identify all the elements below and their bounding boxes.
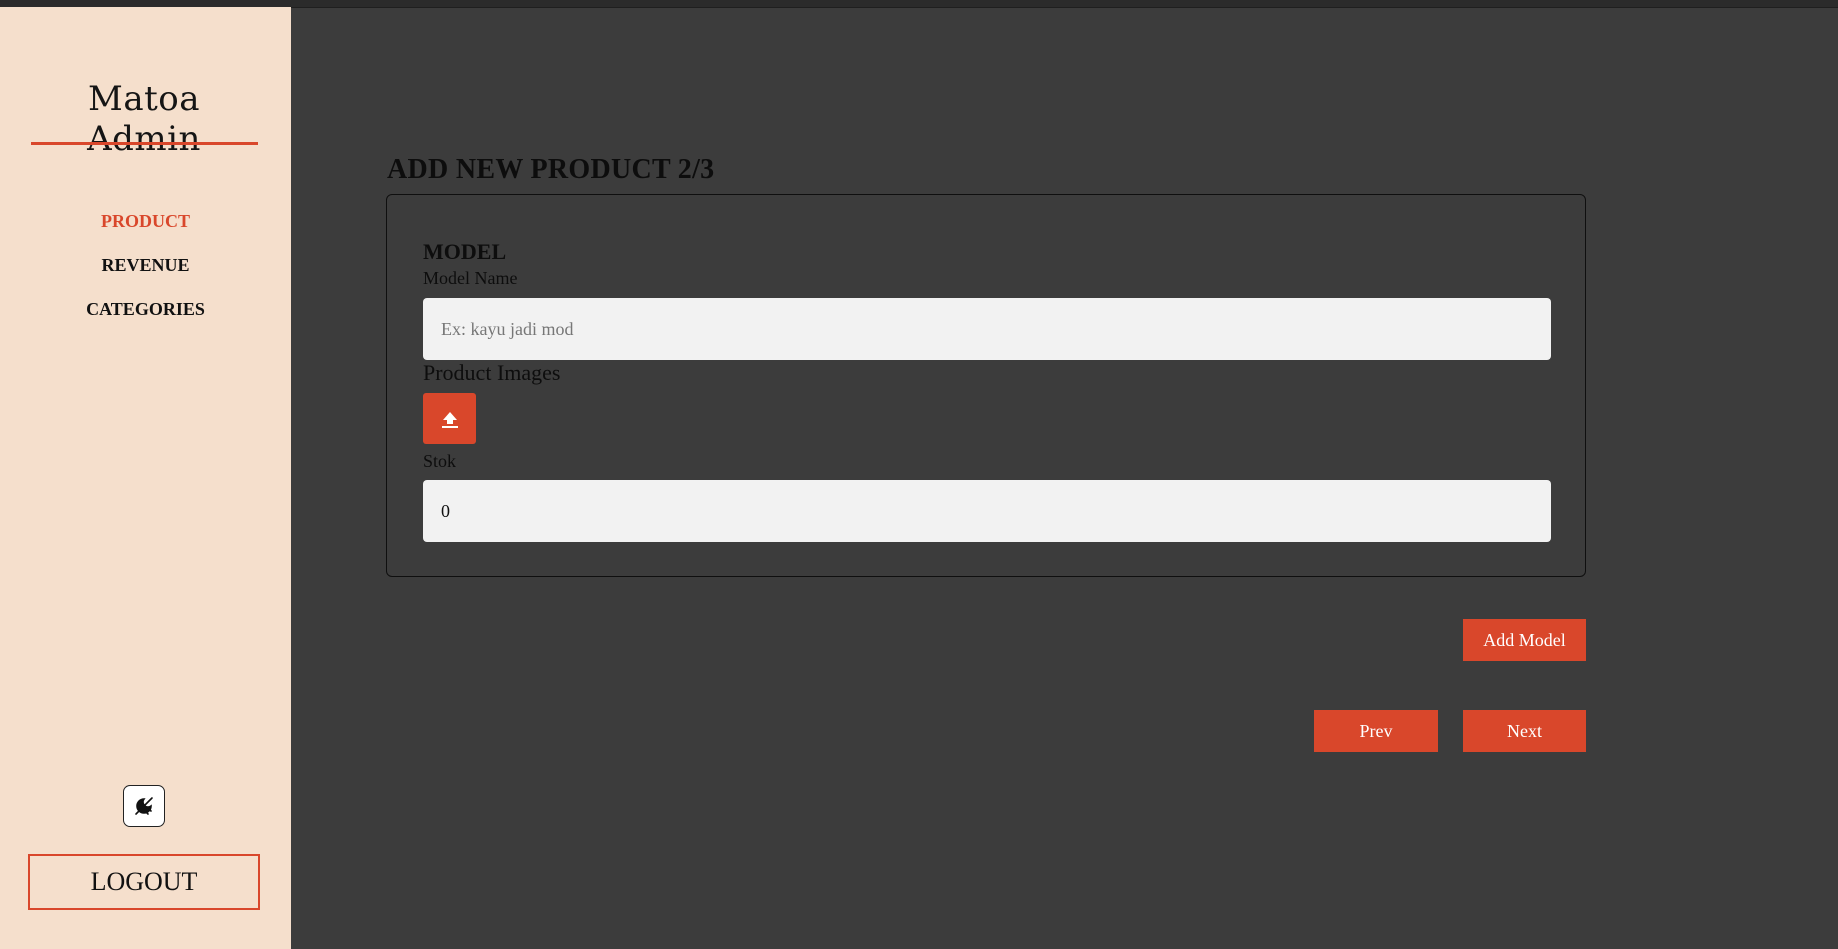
sidebar-item-product[interactable]: PRODUCT (0, 207, 291, 251)
sidebar-nav: PRODUCT REVENUE CATEGORIES (0, 207, 291, 339)
prev-button[interactable]: Prev (1314, 710, 1438, 752)
model-name-label: Model Name (423, 268, 518, 288)
model-form-card: MODEL Model Name Product Images Stok (386, 194, 1586, 577)
product-images-label: Product Images (423, 360, 561, 385)
add-model-button[interactable]: Add Model (1463, 619, 1586, 661)
model-name-input[interactable] (423, 298, 1551, 360)
upload-image-button[interactable] (423, 393, 476, 444)
brand-title: Matoa Admin (87, 79, 201, 159)
dark-mode-toggle-icon (135, 797, 153, 815)
sidebar-item-revenue[interactable]: REVENUE (0, 251, 291, 295)
brand-underline (31, 142, 258, 145)
main-content: ADD NEW PRODUCT 2/3 MODEL Model Name Pro… (291, 7, 1838, 949)
sidebar-item-categories[interactable]: CATEGORIES (0, 295, 291, 339)
theme-toggle-button[interactable] (123, 785, 165, 827)
sidebar: Matoa Admin PRODUCT REVENUE CATEGORIES L… (0, 7, 291, 949)
page-title: ADD NEW PRODUCT 2/3 (387, 154, 715, 185)
stock-label: Stok (423, 451, 457, 471)
stock-input[interactable] (423, 480, 1551, 542)
section-title: MODEL (423, 239, 507, 264)
logout-button[interactable]: LOGOUT (28, 854, 260, 910)
next-button[interactable]: Next (1463, 710, 1586, 752)
upload-icon (441, 411, 458, 428)
